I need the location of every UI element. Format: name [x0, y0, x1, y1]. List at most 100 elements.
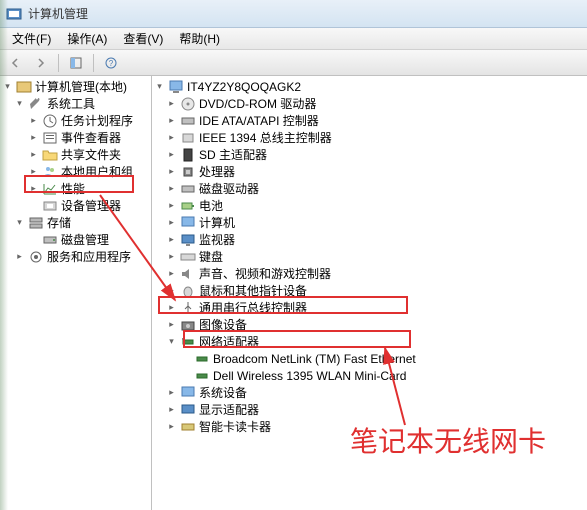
node-dell-wireless[interactable]: ▸Dell Wireless 1395 WLAN Mini-Card: [152, 367, 587, 384]
node-computer-management[interactable]: ▾ 计算机管理(本地): [0, 78, 151, 95]
node-broadcom[interactable]: ▸Broadcom NetLink (TM) Fast Ethernet: [152, 350, 587, 367]
node-computer2[interactable]: ▸计算机: [152, 214, 587, 231]
smartcard-icon: [180, 419, 196, 435]
expander-icon[interactable]: ▾: [154, 81, 165, 92]
expander-icon[interactable]: ▸: [166, 200, 177, 211]
expander-icon[interactable]: ▸: [166, 115, 177, 126]
display-icon: [180, 402, 196, 418]
toolbar: ?: [0, 50, 587, 76]
tb-help[interactable]: ?: [100, 53, 122, 73]
camera-icon: [180, 317, 196, 333]
node-usb[interactable]: ▸通用串行总线控制器: [152, 299, 587, 316]
expander-icon[interactable]: ▸: [166, 319, 177, 330]
wrench-icon: [28, 96, 44, 112]
node-disk-management[interactable]: ▸ 磁盘管理: [0, 231, 151, 248]
expander-icon[interactable]: ▸: [166, 421, 177, 432]
computer-icon: [180, 215, 196, 231]
expander-icon[interactable]: ▸: [28, 115, 39, 126]
expander-icon[interactable]: ▸: [166, 268, 177, 279]
expander-icon[interactable]: ▾: [14, 217, 25, 228]
node-device-manager[interactable]: ▸ 设备管理器: [0, 197, 151, 214]
node-monitor[interactable]: ▸监视器: [152, 231, 587, 248]
chart-icon: [42, 181, 58, 197]
node-event-viewer[interactable]: ▸ 事件查看器: [0, 129, 151, 146]
cpu-icon: [180, 164, 196, 180]
node-battery[interactable]: ▸电池: [152, 197, 587, 214]
expander-icon[interactable]: ▸: [166, 183, 177, 194]
expander-icon[interactable]: ▸: [28, 183, 39, 194]
nic-icon: [194, 351, 210, 367]
node-mouse[interactable]: ▸鼠标和其他指针设备: [152, 282, 587, 299]
expander-icon[interactable]: ▸: [14, 251, 25, 262]
expander-icon[interactable]: ▸: [166, 132, 177, 143]
sound-icon: [180, 266, 196, 282]
users-icon: [42, 164, 58, 180]
clock-icon: [42, 113, 58, 129]
monitor-icon: [180, 232, 196, 248]
node-local-users[interactable]: ▸ 本地用户和组: [0, 163, 151, 180]
node-sound[interactable]: ▸声音、视频和游戏控制器: [152, 265, 587, 282]
expander-icon[interactable]: ▸: [166, 251, 177, 262]
disk-icon: [42, 232, 58, 248]
computer-icon: [168, 79, 184, 95]
app-icon: [6, 6, 22, 22]
titlebar: 计算机管理: [0, 0, 587, 28]
svg-text:?: ?: [109, 59, 114, 68]
node-dvd[interactable]: ▸DVD/CD-ROM 驱动器: [152, 95, 587, 112]
system-icon: [180, 385, 196, 401]
menu-action[interactable]: 操作(A): [59, 28, 115, 49]
event-icon: [42, 130, 58, 146]
menubar: 文件(F) 操作(A) 查看(V) 帮助(H): [0, 28, 587, 50]
tb-forward[interactable]: [30, 53, 52, 73]
node-cpu[interactable]: ▸处理器: [152, 163, 587, 180]
node-keyboard[interactable]: ▸键盘: [152, 248, 587, 265]
node-performance[interactable]: ▸ 性能: [0, 180, 151, 197]
menu-view[interactable]: 查看(V): [115, 28, 171, 49]
ieee-icon: [180, 130, 196, 146]
expander-icon[interactable]: ▸: [166, 285, 177, 296]
expander-icon[interactable]: ▸: [166, 98, 177, 109]
node-system[interactable]: ▸系统设备: [152, 384, 587, 401]
services-icon: [28, 249, 44, 265]
expander-icon[interactable]: ▸: [28, 166, 39, 177]
mouse-icon: [180, 283, 196, 299]
keyboard-icon: [180, 249, 196, 265]
menu-file[interactable]: 文件(F): [4, 28, 59, 49]
sd-icon: [180, 147, 196, 163]
node-task-scheduler[interactable]: ▸ 任务计划程序: [0, 112, 151, 129]
expander-icon[interactable]: ▸: [166, 234, 177, 245]
node-ieee[interactable]: ▸IEEE 1394 总线主控制器: [152, 129, 587, 146]
expander-icon[interactable]: ▾: [166, 336, 177, 347]
left-tree-panel: ▾ 计算机管理(本地) ▾ 系统工具 ▸ 任务计划程序 ▸ 事件查看器 ▸: [0, 76, 152, 510]
node-storage[interactable]: ▾ 存储: [0, 214, 151, 231]
expander-icon[interactable]: ▾: [14, 98, 25, 109]
node-ide[interactable]: ▸IDE ATA/ATAPI 控制器: [152, 112, 587, 129]
node-imaging[interactable]: ▸图像设备: [152, 316, 587, 333]
expander-icon[interactable]: ▸: [28, 149, 39, 160]
node-computer-root[interactable]: ▾ IT4YZ2Y8QOQAGK2: [152, 78, 587, 95]
dvd-icon: [180, 96, 196, 112]
node-system-tools[interactable]: ▾ 系统工具: [0, 95, 151, 112]
node-network[interactable]: ▾网络适配器: [152, 333, 587, 350]
expander-icon[interactable]: ▸: [166, 387, 177, 398]
expander-icon[interactable]: ▸: [166, 149, 177, 160]
device-icon: [42, 198, 58, 214]
network-icon: [180, 334, 196, 350]
menu-help[interactable]: 帮助(H): [171, 28, 228, 49]
expander-icon[interactable]: ▸: [166, 302, 177, 313]
node-sd[interactable]: ▸SD 主适配器: [152, 146, 587, 163]
node-shared-folders[interactable]: ▸ 共享文件夹: [0, 146, 151, 163]
expander-icon[interactable]: ▸: [28, 132, 39, 143]
usb-icon: [180, 300, 196, 316]
storage-icon: [28, 215, 44, 231]
expander-icon[interactable]: ▸: [166, 217, 177, 228]
node-smartcard[interactable]: ▸智能卡读卡器: [152, 418, 587, 435]
node-display[interactable]: ▸显示适配器: [152, 401, 587, 418]
expander-icon[interactable]: ▸: [166, 404, 177, 415]
right-tree-panel: ▾ IT4YZ2Y8QOQAGK2 ▸DVD/CD-ROM 驱动器 ▸IDE A…: [152, 76, 587, 510]
expander-icon[interactable]: ▸: [166, 166, 177, 177]
tb-show-hide[interactable]: [65, 53, 87, 73]
window-title: 计算机管理: [28, 5, 88, 22]
node-services[interactable]: ▸ 服务和应用程序: [0, 248, 151, 265]
node-diskdrive[interactable]: ▸磁盘驱动器: [152, 180, 587, 197]
